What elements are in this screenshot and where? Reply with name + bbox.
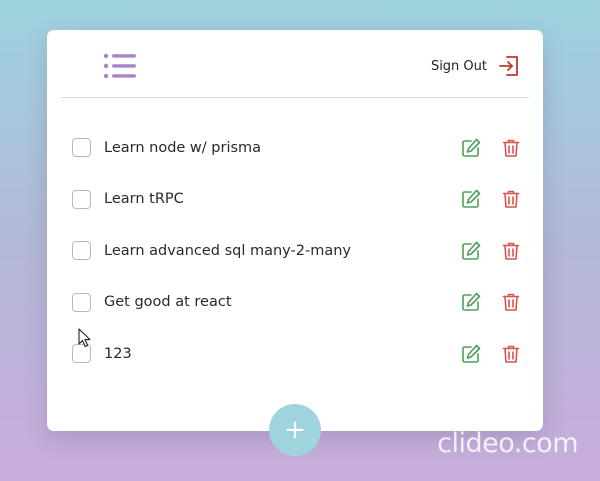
- todo-checkbox[interactable]: [72, 138, 91, 158]
- todo-item: Learn tRPC: [47, 174, 543, 226]
- todo-list: Learn node w/ prisma Learn tRPC Learn ad…: [47, 122, 543, 380]
- todo-label: Learn advanced sql many-2-many: [104, 242, 351, 259]
- add-todo-button[interactable]: +: [269, 404, 321, 456]
- edit-icon[interactable]: [461, 344, 481, 364]
- edit-icon[interactable]: [461, 138, 481, 158]
- sign-out-button[interactable]: Sign Out: [431, 54, 520, 78]
- todo-card: Sign Out Learn node w/ prisma Learn tRPC…: [47, 30, 543, 431]
- todo-label: Learn node w/ prisma: [104, 139, 262, 156]
- todo-checkbox[interactable]: [72, 189, 91, 209]
- list-icon[interactable]: [103, 53, 137, 79]
- todo-label: Get good at react: [104, 294, 232, 311]
- trash-icon[interactable]: [502, 292, 520, 312]
- mouse-cursor-icon: [78, 328, 91, 348]
- sign-out-icon: [499, 56, 518, 76]
- header-divider: [61, 97, 529, 98]
- todo-checkbox[interactable]: [72, 292, 91, 312]
- trash-icon[interactable]: [502, 189, 520, 209]
- trash-icon[interactable]: [502, 138, 520, 158]
- todo-checkbox[interactable]: [72, 241, 91, 261]
- watermark-text: clideo.com: [437, 428, 578, 459]
- edit-icon[interactable]: [461, 241, 481, 261]
- trash-icon[interactable]: [502, 344, 520, 364]
- edit-icon[interactable]: [461, 189, 481, 209]
- edit-icon[interactable]: [461, 292, 481, 312]
- trash-icon[interactable]: [502, 241, 520, 261]
- todo-item: 123: [47, 328, 543, 380]
- todo-label: 123: [104, 345, 132, 362]
- todo-label: Learn tRPC: [104, 191, 184, 208]
- plus-icon: +: [284, 415, 306, 445]
- todo-item: Get good at react: [47, 277, 543, 329]
- sign-out-label: Sign Out: [430, 58, 487, 74]
- todo-item: Learn node w/ prisma: [47, 122, 543, 174]
- todo-item: Learn advanced sql many-2-many: [47, 225, 543, 277]
